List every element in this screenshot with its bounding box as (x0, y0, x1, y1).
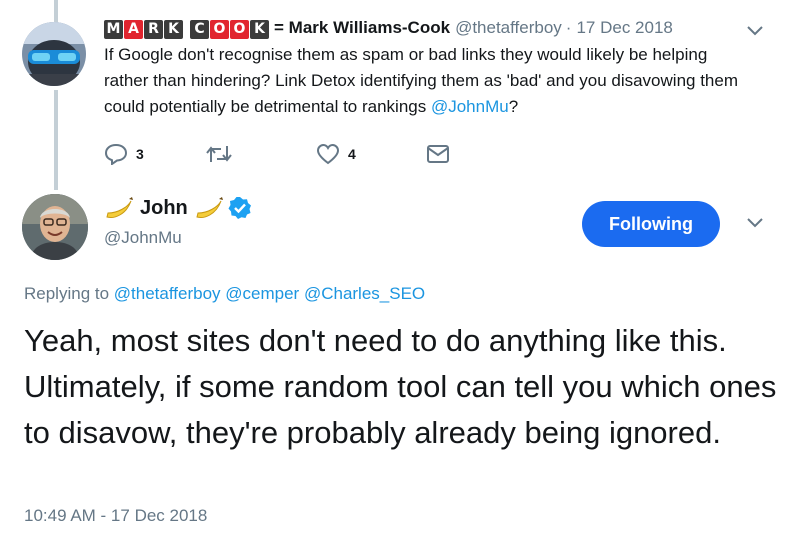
replying-mention[interactable]: @cemper (225, 284, 299, 303)
banana-icon (196, 197, 223, 218)
banana-icon (106, 197, 133, 218)
chevron-down-icon[interactable] (746, 216, 764, 234)
avatar-mark-williams-cook[interactable] (22, 22, 86, 86)
reply-count: 3 (136, 146, 144, 162)
retweet-button[interactable] (206, 144, 316, 164)
parent-author-handle[interactable]: @thetafferboy (455, 18, 562, 38)
logo-letter: O (230, 19, 249, 39)
avatar-image (22, 194, 88, 260)
main-tweet-text: Yeah, most sites don't need to do anythi… (24, 323, 777, 450)
logo-letter: A (124, 19, 143, 39)
replying-mention[interactable]: @thetafferboy (114, 284, 221, 303)
logo-letter: O (210, 19, 229, 39)
reply-icon (104, 143, 128, 165)
main-tweet-author: John @JohnMu (104, 194, 252, 248)
like-button[interactable]: 4 (316, 143, 426, 165)
display-name-logo-word2[interactable]: COOK (190, 18, 270, 39)
parent-tweet-date[interactable]: 17 Dec 2018 (576, 18, 672, 38)
avatar-image (22, 22, 86, 86)
direct-message-button[interactable] (426, 144, 450, 164)
logo-letter: K (164, 19, 183, 39)
chevron-down-icon[interactable] (746, 24, 764, 42)
like-count: 4 (348, 146, 356, 162)
mention-link[interactable]: @JohnMu (431, 97, 509, 116)
main-author-handle[interactable]: @JohnMu (104, 228, 252, 248)
parent-tweet-text: If Google don't recognise them as spam o… (104, 45, 738, 116)
header-separator: · (565, 18, 572, 37)
following-button[interactable]: Following (582, 201, 720, 247)
logo-letter: M (104, 19, 123, 39)
logo-letter: R (144, 19, 163, 39)
parent-tweet: MARK COOK = Mark Williams-Cook @thetaffe… (104, 16, 744, 120)
logo-letter: C (190, 19, 209, 39)
like-icon (316, 143, 340, 165)
main-author-name[interactable]: John (140, 197, 188, 220)
verified-icon (228, 197, 251, 219)
parent-author-name[interactable]: = Mark Williams-Cook (274, 18, 450, 38)
replying-mention[interactable]: @Charles_SEO (304, 284, 425, 303)
retweet-icon (206, 146, 232, 162)
reply-button[interactable]: 3 (104, 143, 206, 165)
parent-tweet-actions: 3 4 (104, 143, 450, 165)
parent-tweet-header: MARK COOK = Mark Williams-Cook @thetaffe… (104, 16, 744, 40)
thread-line-bottom (54, 90, 58, 190)
main-tweet-timestamp[interactable]: 10:49 AM - 17 Dec 2018 (24, 506, 207, 526)
thread-line-top (54, 0, 58, 22)
avatar-john[interactable] (22, 194, 88, 260)
replying-to-line: Replying to @thetafferboy @cemper @Charl… (24, 284, 426, 303)
display-name-logo-word1[interactable]: MARK (104, 18, 184, 39)
dm-icon (427, 145, 449, 163)
logo-letter: K (250, 19, 269, 39)
